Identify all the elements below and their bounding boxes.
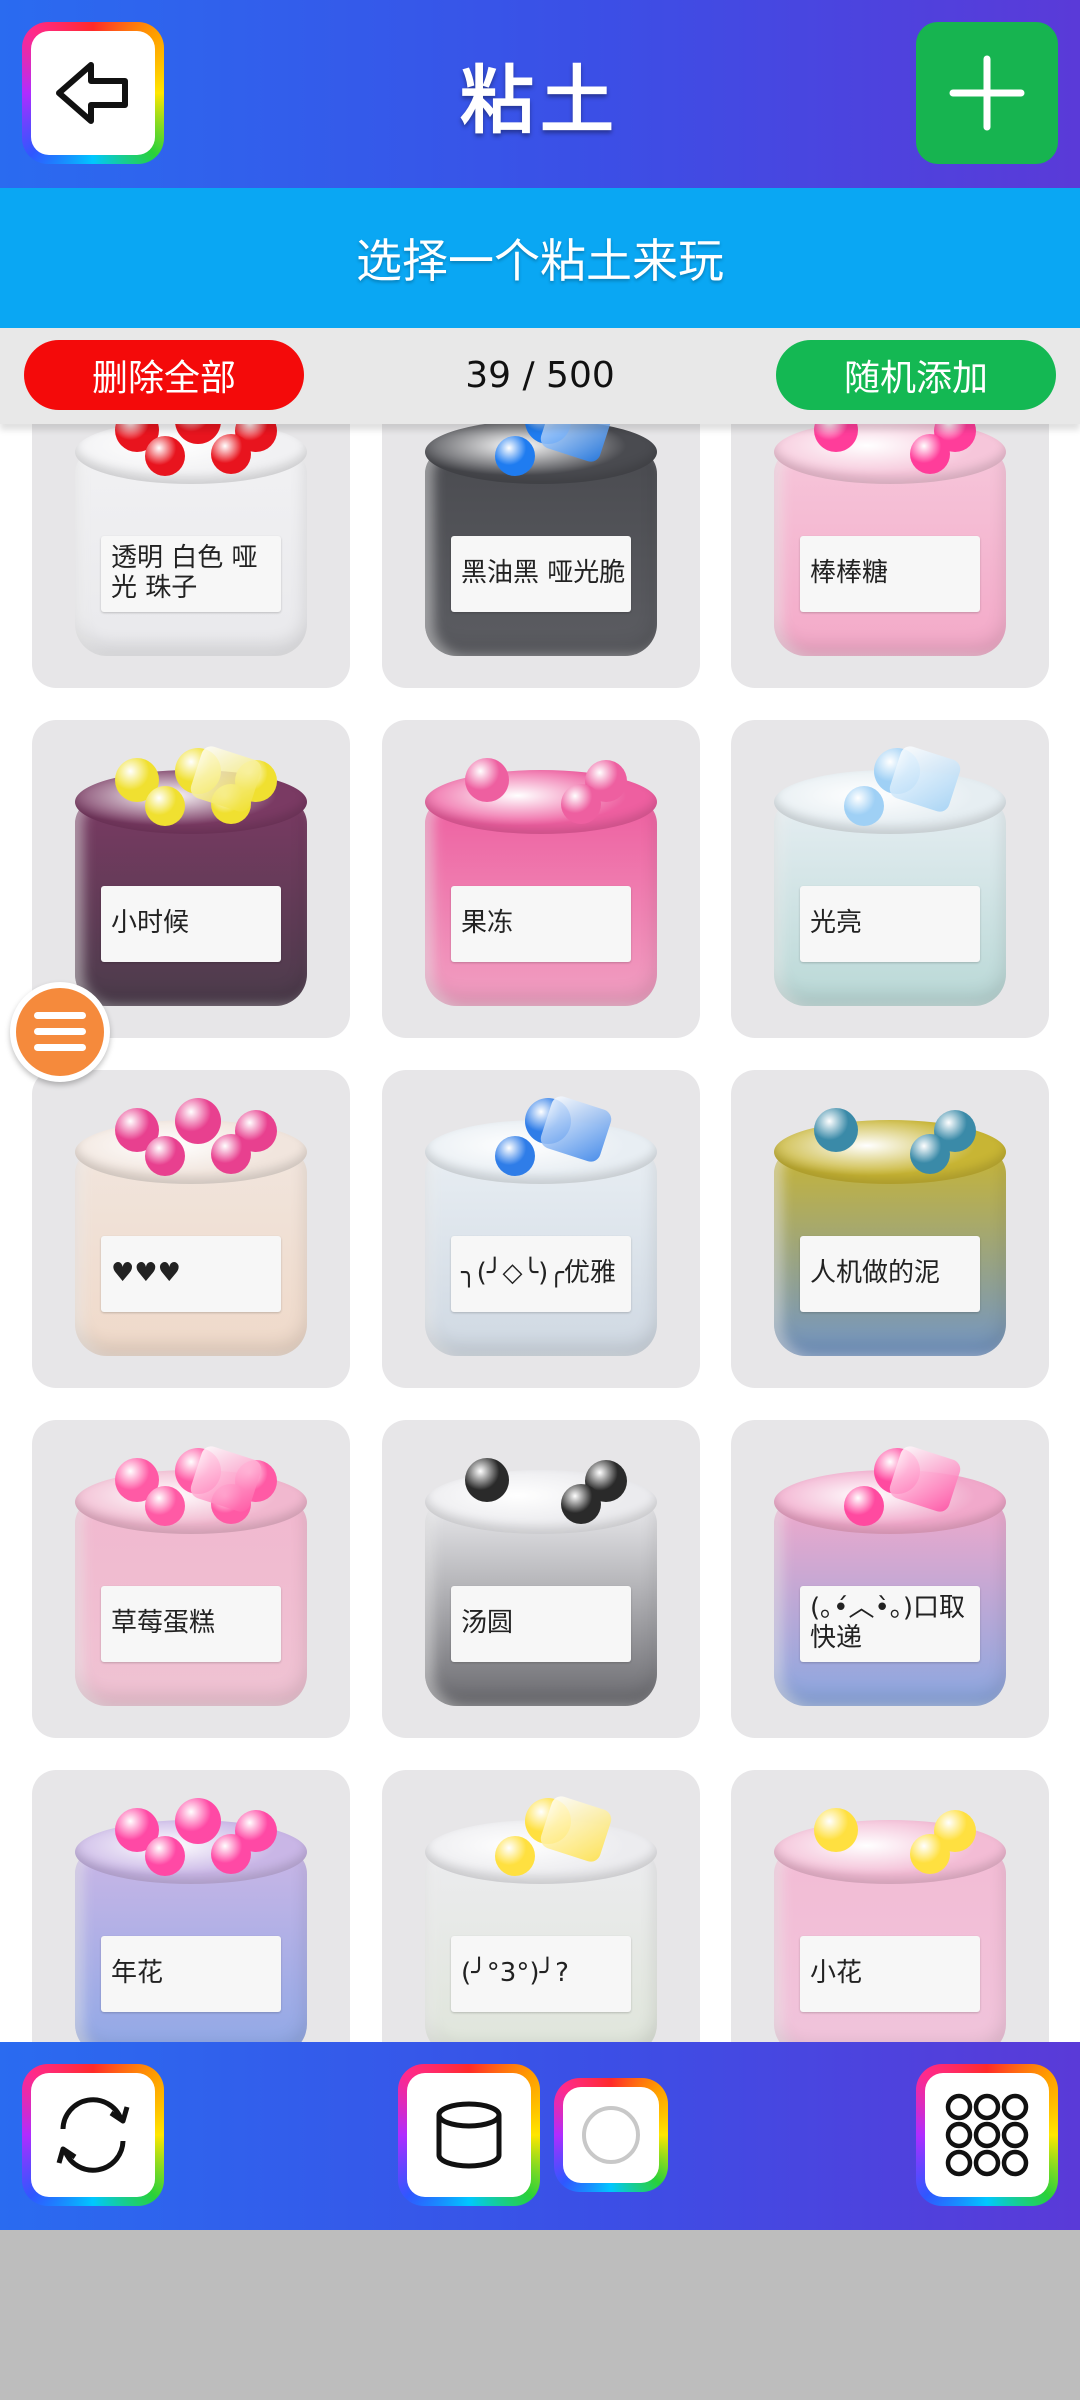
slime-bead — [145, 1836, 185, 1876]
slime-bead — [145, 1486, 185, 1526]
slime-count: 39 / 500 — [465, 354, 615, 396]
slime-bead — [145, 436, 185, 476]
slime-bead — [844, 1486, 884, 1526]
slime-jar: 年花 — [75, 1798, 307, 2042]
slime-grid: 透明 白色 哑光 珠子 黑油黑 哑光脆 棒棒糖小时候 果冻 光亮 ♥♥♥ ╮(╯◇╰)╭优雅… — [0, 424, 1080, 2042]
slime-card[interactable]: 小花 — [731, 1770, 1049, 2042]
plus-icon — [949, 55, 1025, 131]
slime-bead — [910, 1134, 950, 1174]
slime-bead — [211, 434, 251, 474]
slime-name: 果冻 — [451, 886, 631, 962]
slime-bead — [495, 436, 535, 476]
slime-name: 小时候 — [101, 886, 281, 962]
refresh-button-face — [31, 2073, 155, 2197]
slime-bead — [910, 434, 950, 474]
grid-dots-icon — [945, 2093, 1029, 2177]
slime-card[interactable]: 透明 白色 哑光 珠子 — [32, 424, 350, 688]
slime-jar: 黑油黑 哑光脆 — [425, 424, 657, 656]
slime-card[interactable]: 年花 — [32, 1770, 350, 2042]
slime-name: 光亮 — [800, 886, 980, 962]
slime-jar: ╮(╯◇╰)╭优雅 — [425, 1093, 657, 1356]
slime-bead — [465, 758, 509, 802]
slime-bead — [814, 1808, 858, 1852]
slime-card[interactable]: (｡•́︿•̀｡)口取快递 — [731, 1420, 1049, 1738]
slime-name: (｡•́︿•̀｡)口取快递 — [800, 1586, 980, 1662]
slime-jar: 小时候 — [75, 743, 307, 1006]
slime-name: ♥♥♥ — [101, 1236, 281, 1312]
slime-name: 透明 白色 哑光 珠子 — [101, 536, 281, 612]
slime-card[interactable]: 黑油黑 哑光脆 — [382, 424, 700, 688]
slime-name: 草莓蛋糕 — [101, 1586, 281, 1662]
slime-name: 汤圆 — [451, 1586, 631, 1662]
slime-bead — [465, 1458, 509, 1502]
slime-card[interactable]: 草莓蛋糕 — [32, 1420, 350, 1738]
slime-jar: ♥♥♥ — [75, 1098, 307, 1356]
top-bar: 粘土 — [0, 0, 1080, 188]
random-add-button[interactable]: 随机添加 — [776, 340, 1056, 410]
grid-view-button-face — [925, 2073, 1049, 2197]
system-area — [0, 2230, 1080, 2400]
jar-view-button[interactable] — [398, 2064, 540, 2206]
jar-icon — [436, 2101, 502, 2169]
slime-card[interactable]: 光亮 — [731, 720, 1049, 1038]
delete-all-button[interactable]: 删除全部 — [24, 340, 304, 410]
slime-card[interactable]: ♥♥♥ — [32, 1070, 350, 1388]
slime-card[interactable]: 果冻 — [382, 720, 700, 1038]
slime-jar: 果冻 — [425, 748, 657, 1006]
refresh-button[interactable] — [22, 2064, 164, 2206]
slime-card[interactable]: 汤圆 — [382, 1420, 700, 1738]
slime-name: 年花 — [101, 1936, 281, 2012]
slime-jar: (╯°3°)╯? — [425, 1793, 657, 2042]
slime-bead — [495, 1836, 535, 1876]
slime-name: 棒棒糖 — [800, 536, 980, 612]
slime-card[interactable]: ╮(╯◇╰)╭优雅 — [382, 1070, 700, 1388]
slime-jar: (｡•́︿•̀｡)口取快递 — [774, 1443, 1006, 1706]
slime-name: (╯°3°)╯? — [451, 1936, 631, 2012]
floating-menu-button[interactable] — [10, 982, 110, 1082]
slime-card[interactable]: (╯°3°)╯? — [382, 1770, 700, 2042]
back-button[interactable] — [22, 22, 164, 164]
slime-bead — [495, 1136, 535, 1176]
slime-bead — [561, 784, 601, 824]
slime-bead — [910, 1834, 950, 1874]
slime-name: 人机做的泥 — [800, 1236, 980, 1312]
slime-jar: 光亮 — [774, 743, 1006, 1006]
slime-name: 小花 — [800, 1936, 980, 2012]
back-button-face — [31, 31, 155, 155]
slime-jar: 透明 白色 哑光 珠子 — [75, 424, 307, 656]
add-button[interactable] — [916, 22, 1058, 164]
slime-bead — [145, 786, 185, 826]
slime-name: 黑油黑 哑光脆 — [451, 536, 631, 612]
grid-view-button[interactable] — [916, 2064, 1058, 2206]
slime-bead — [844, 786, 884, 826]
circle-button-face — [563, 2087, 659, 2183]
hamburger-menu-icon — [34, 1012, 86, 1051]
back-arrow-icon — [56, 62, 128, 124]
slime-bead — [211, 1134, 251, 1174]
slime-card[interactable]: 人机做的泥 — [731, 1070, 1049, 1388]
slime-bead — [175, 1798, 221, 1844]
subtitle-bar: 选择一个粘土来玩 — [0, 188, 1080, 328]
slime-bead — [145, 1136, 185, 1176]
refresh-icon — [56, 2097, 130, 2173]
slime-jar: 人机做的泥 — [774, 1098, 1006, 1356]
slime-bead — [211, 1834, 251, 1874]
action-bar: 删除全部 39 / 500 随机添加 — [0, 328, 1080, 424]
circle-button[interactable] — [554, 2078, 668, 2192]
jar-view-button-face — [407, 2073, 531, 2197]
bottom-bar — [0, 2042, 1080, 2230]
slime-name: ╮(╯◇╰)╭优雅 — [451, 1236, 631, 1312]
slime-jar: 小花 — [774, 1798, 1006, 2042]
circle-icon — [582, 2106, 640, 2164]
slime-bead — [814, 1108, 858, 1152]
slime-bead — [561, 1484, 601, 1524]
slime-jar: 汤圆 — [425, 1448, 657, 1706]
slime-jar: 棒棒糖 — [774, 424, 1006, 656]
slime-bead — [175, 1098, 221, 1144]
slime-jar: 草莓蛋糕 — [75, 1443, 307, 1706]
slime-card[interactable]: 棒棒糖 — [731, 424, 1049, 688]
